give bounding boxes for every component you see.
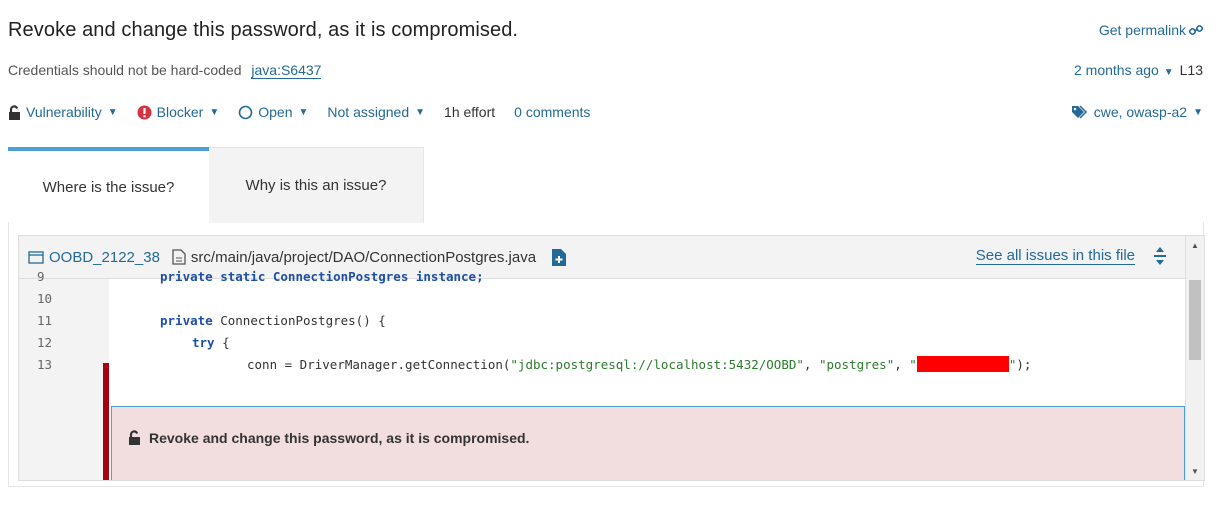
code-line-12: 12 try { bbox=[19, 332, 1185, 354]
line-number: 13 bbox=[37, 357, 53, 372]
type-label: Vulnerability bbox=[26, 104, 102, 120]
code-text: try { bbox=[192, 332, 230, 354]
issue-message-box[interactable]: Revoke and change this password, as it i… bbox=[111, 406, 1185, 480]
caret-down-icon: ▼ bbox=[209, 106, 220, 118]
type-dropdown[interactable]: Vulnerability ▼ bbox=[8, 104, 118, 120]
project-name: OOBD_2122_38 bbox=[49, 248, 160, 266]
severity-dropdown[interactable]: Blocker ▼ bbox=[137, 104, 220, 120]
line-number: 12 bbox=[37, 335, 53, 350]
tab-why[interactable]: Why is this an issue? bbox=[209, 147, 424, 223]
code-fragment: ); bbox=[1016, 357, 1032, 372]
status-label: Open bbox=[258, 104, 293, 120]
permalink-label: Get permalink bbox=[1098, 22, 1186, 38]
unlock-icon bbox=[9, 104, 20, 120]
rule-description: Credentials should not be hard-coded bbox=[8, 62, 242, 78]
scrollbar-thumb[interactable] bbox=[1189, 280, 1201, 360]
scroll-up-icon[interactable]: ▲ bbox=[1186, 236, 1204, 254]
issue-age-dropdown[interactable]: 2 months ago ▼ bbox=[1074, 62, 1174, 78]
folder-icon bbox=[28, 251, 44, 264]
line-number: 10 bbox=[37, 291, 53, 306]
issue-age: 2 months ago bbox=[1074, 62, 1159, 78]
see-all-issues-link[interactable]: See all issues in this file bbox=[975, 248, 1135, 265]
tab-where[interactable]: Where is the issue? bbox=[8, 147, 209, 223]
unlock-icon bbox=[129, 430, 140, 445]
issue-message: Revoke and change this password, as it i… bbox=[149, 430, 530, 446]
tag-icon bbox=[1071, 105, 1087, 119]
severity-label: Blocker bbox=[156, 104, 204, 120]
status-dropdown[interactable]: Open ▼ bbox=[238, 104, 308, 120]
issue-tabs: Where is the issue? Why is this an issue… bbox=[8, 147, 424, 223]
caret-down-icon: ▼ bbox=[298, 106, 309, 118]
vertical-scrollbar[interactable]: ▲ ▼ bbox=[1185, 236, 1204, 480]
caret-down-icon: ▼ bbox=[1193, 106, 1203, 118]
link-icon bbox=[1189, 24, 1203, 36]
file-plus-icon[interactable] bbox=[552, 248, 567, 266]
code-fragment: conn = DriverManager.getConnection( bbox=[247, 357, 511, 372]
blocker-icon bbox=[137, 105, 152, 119]
string-literal: "jdbc:postgresql://localhost:5432/OOBD" bbox=[510, 357, 804, 372]
expand-icon[interactable] bbox=[1153, 247, 1167, 265]
code-fragment: , bbox=[894, 357, 910, 372]
caret-down-icon: ▼ bbox=[415, 106, 426, 118]
code-line-9: 9 private static ConnectionPostgres inst… bbox=[19, 266, 1185, 288]
code-fragment: , bbox=[803, 357, 819, 372]
issue-toolbar: Vulnerability ▼ Blocker ▼ Open ▼ Not assign… bbox=[8, 104, 609, 120]
rule-key-link[interactable]: java:S6437 bbox=[251, 62, 322, 79]
code-text: conn = DriverManager.getConnection("jdbc… bbox=[247, 354, 1031, 376]
tags-label: cwe, owasp-a2 bbox=[1093, 104, 1188, 120]
code-line-11: 11 private ConnectionPostgres() { bbox=[19, 310, 1185, 332]
string-literal: "postgres" bbox=[818, 357, 895, 372]
code-line-13: 13 conn = DriverManager.getConnection("j… bbox=[19, 354, 1185, 376]
line-number: 11 bbox=[37, 313, 53, 328]
code-fragment: ConnectionPostgres() { bbox=[212, 313, 386, 328]
code-text: private ConnectionPostgres() { bbox=[160, 310, 386, 332]
caret-down-icon: ▼ bbox=[1163, 67, 1174, 78]
source-viewer: OOBD_2122_38 src/main/java/project/DAO/C… bbox=[18, 235, 1205, 481]
code-line-10: 10 bbox=[19, 288, 1185, 310]
get-permalink-link[interactable]: Get permalink bbox=[1099, 22, 1203, 38]
project-link[interactable]: OOBD_2122_38 bbox=[28, 249, 160, 266]
assignee-label: Not assigned bbox=[327, 104, 410, 120]
code-fragment: { bbox=[214, 335, 230, 350]
issue-meta: 2 months ago ▼ L13 bbox=[1074, 62, 1203, 78]
code-area: 9 private static ConnectionPostgres inst… bbox=[19, 269, 1185, 480]
tags-dropdown[interactable]: cwe, owasp-a2 ▼ bbox=[1071, 104, 1203, 120]
keyword: private bbox=[160, 313, 213, 328]
assignee-dropdown[interactable]: Not assigned ▼ bbox=[327, 104, 425, 120]
code-text: private static ConnectionPostgres instan… bbox=[160, 269, 484, 284]
scroll-down-icon[interactable]: ▼ bbox=[1186, 462, 1204, 480]
caret-down-icon: ▼ bbox=[107, 106, 118, 118]
redacted-password bbox=[916, 356, 1009, 372]
issue-rule: Credentials should not be hard-coded jav… bbox=[8, 62, 322, 79]
issue-title: Revoke and change this password, as it i… bbox=[8, 19, 519, 41]
file-path: src/main/java/project/DAO/ConnectionPost… bbox=[172, 249, 536, 266]
line-number: 9 bbox=[37, 269, 45, 284]
effort-label: 1h effort bbox=[444, 104, 496, 120]
keyword: try bbox=[192, 335, 215, 350]
open-circle-icon bbox=[238, 105, 253, 119]
line-reference: L13 bbox=[1179, 62, 1203, 78]
string-quote: " bbox=[909, 357, 917, 372]
issue-marker bbox=[103, 363, 109, 480]
comments-link[interactable]: 0 comments bbox=[514, 104, 590, 120]
file-icon bbox=[172, 249, 186, 265]
file-path-text: src/main/java/project/DAO/ConnectionPost… bbox=[190, 248, 537, 266]
